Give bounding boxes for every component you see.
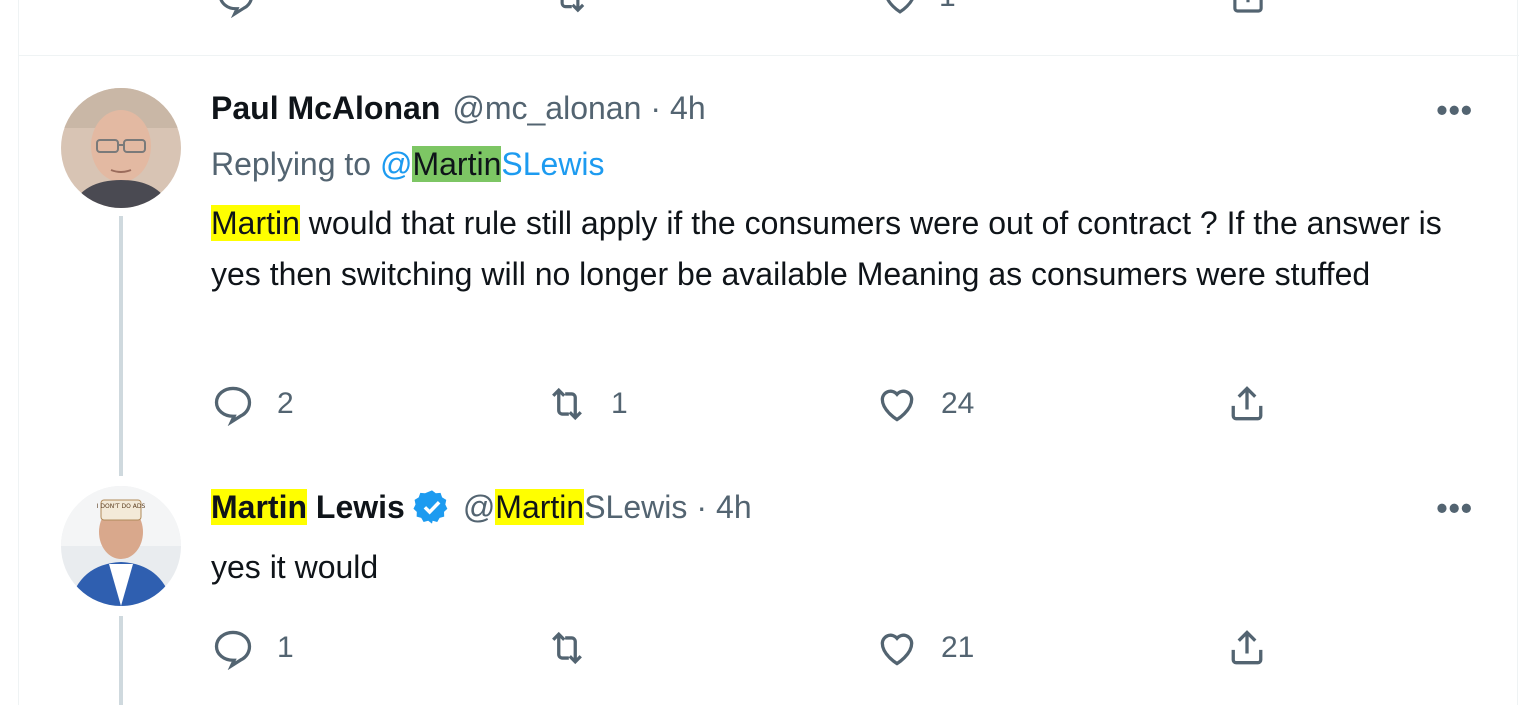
replying-to: Replying to @MartinSLewis: [211, 146, 605, 183]
tweet-header: Martin Lewis @MartinSLewis · 4h: [211, 488, 752, 526]
mention-rest: SLewis: [501, 146, 605, 182]
retweet-icon: [552, 631, 582, 665]
avatar-photo-icon: [61, 88, 181, 208]
tweet-reply-paul[interactable]: Paul McAlonan @mc_alonan · 4h ••• Replyi…: [19, 56, 1519, 476]
separator: ·: [650, 90, 662, 126]
user-handle[interactable]: @MartinSLewis: [462, 488, 688, 526]
timestamp[interactable]: 4h: [716, 489, 752, 526]
retweet-button[interactable]: [545, 624, 611, 672]
user-handle[interactable]: @mc_alonan: [452, 90, 641, 127]
verified-badge-icon: [413, 490, 448, 524]
like-button[interactable]: 21: [875, 624, 974, 672]
like-button[interactable]: 24: [875, 380, 974, 428]
reply-icon: [214, 630, 252, 670]
share-button[interactable]: [1225, 380, 1269, 428]
display-name[interactable]: Paul McAlonan: [211, 90, 440, 127]
tweet-header: Paul McAlonan @mc_alonan · 4h: [211, 90, 706, 127]
reply-button[interactable]: 1: [211, 624, 294, 672]
replying-prefix: Replying to: [211, 146, 372, 182]
reply-icon: [214, 386, 252, 426]
tweet-actions: 2 1 24: [211, 380, 1311, 428]
reply-count: 2: [277, 387, 294, 420]
handle-rest: SLewis: [584, 488, 688, 525]
tweet-text-rest: would that rule still apply if the consu…: [211, 205, 1442, 292]
heart-icon: [880, 633, 914, 666]
retweet-count: 1: [611, 387, 628, 420]
reply-icon: [219, 0, 253, 18]
avatar[interactable]: I DON'T DO ADS: [61, 486, 181, 606]
mention-link[interactable]: @MartinSLewis: [380, 146, 605, 182]
search-highlight: Martin: [412, 146, 502, 182]
share-icon: [1231, 630, 1263, 665]
retweet-icon: [552, 387, 582, 421]
timeline: 1 Paul McAlonan @mc_alonan · 4h: [18, 0, 1519, 705]
display-name[interactable]: Martin Lewis: [211, 488, 405, 526]
retweet-icon: [560, 0, 585, 13]
like-count: 1: [939, 0, 956, 14]
retweet-button[interactable]: [549, 0, 591, 22]
mention-at: @: [379, 146, 413, 182]
like-count: 21: [941, 631, 975, 664]
timestamp[interactable]: 4h: [670, 90, 706, 127]
share-icon: [1233, 0, 1263, 13]
more-options-button[interactable]: •••: [1436, 490, 1473, 527]
previous-tweet-actions: 1: [19, 0, 1519, 56]
reply-button[interactable]: 2: [211, 380, 294, 428]
tweet-text: Martin would that rule still apply if th…: [211, 198, 1471, 300]
thread-connector: [119, 216, 123, 476]
search-highlight: Martin: [211, 488, 307, 525]
handle-at: @: [462, 488, 496, 525]
like-button[interactable]: 1: [879, 0, 956, 22]
share-button[interactable]: [1225, 624, 1269, 672]
tweet-actions: 1 21: [211, 624, 1311, 672]
search-highlight: Martin: [211, 205, 300, 241]
share-button[interactable]: [1227, 0, 1269, 22]
reply-button[interactable]: [215, 0, 257, 22]
avatar[interactable]: [61, 88, 181, 208]
search-highlight: Martin: [495, 488, 585, 525]
avatar-photo-icon: I DON'T DO ADS: [61, 486, 181, 606]
retweet-button[interactable]: 1: [545, 380, 628, 428]
heart-icon: [880, 389, 914, 422]
more-options-button[interactable]: •••: [1436, 92, 1473, 129]
display-name-rest: Lewis: [307, 488, 405, 525]
tweet-reply-martin[interactable]: I DON'T DO ADS Martin Lewis @MartinSLewi…: [19, 476, 1519, 705]
like-count: 24: [941, 387, 975, 420]
reply-count: 1: [277, 631, 294, 664]
heart-icon: [886, 0, 914, 14]
tweet-text: yes it would: [211, 549, 379, 585]
share-icon: [1231, 386, 1263, 421]
thread-connector: [119, 616, 123, 705]
avatar-sign-text: I DON'T DO ADS: [97, 503, 146, 510]
separator: ·: [696, 488, 708, 525]
